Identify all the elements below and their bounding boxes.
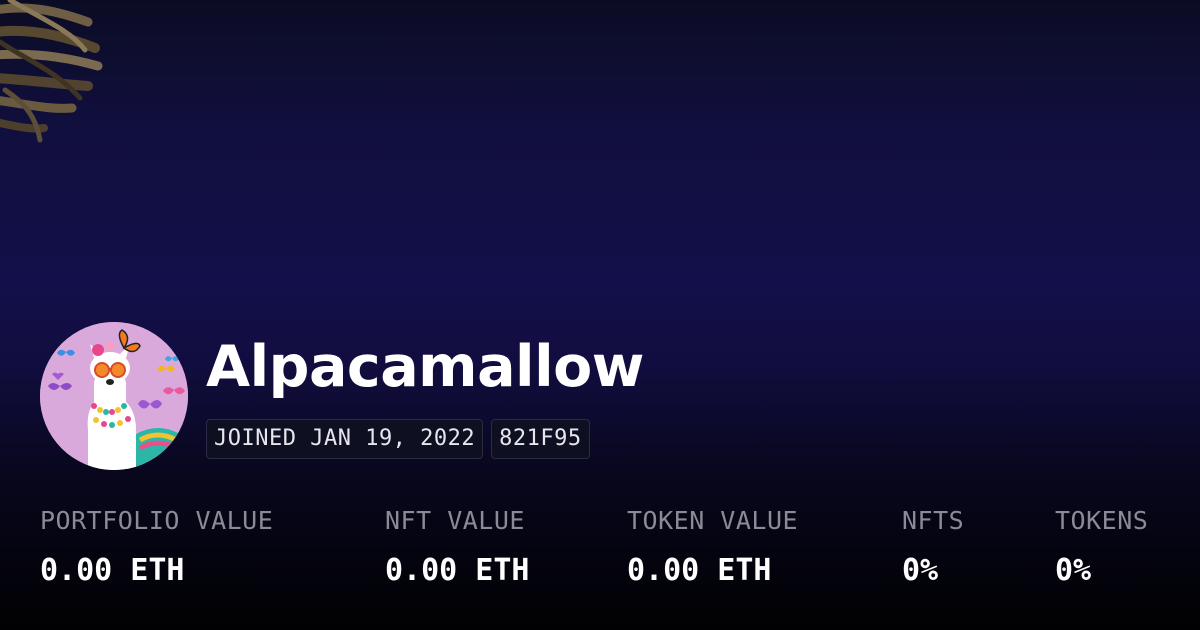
stat-value: 0% [1055, 553, 1092, 588]
corner-decoration-image [0, 0, 103, 143]
avatar [40, 322, 188, 470]
stat-value: 0.00 ETH [40, 553, 185, 588]
alpaca-avatar-icon [40, 322, 188, 470]
profile-header: Alpacamallow JOINED JAN 19, 2022 821F95 [40, 322, 740, 470]
stat-label: NFT VALUE [385, 506, 525, 535]
profile-badges: JOINED JAN 19, 2022 821F95 [206, 419, 590, 459]
stat-portfolio-value: PORTFOLIO VALUE 0.00 ETH [40, 505, 273, 589]
stat-label: NFTS [902, 506, 965, 535]
stat-nft-value: NFT VALUE 0.00 ETH [385, 505, 530, 589]
stat-label: TOKENS [1055, 506, 1149, 535]
username: Alpacamallow [206, 334, 644, 400]
stat-value: 0.00 ETH [385, 553, 530, 588]
joined-date-badge: JOINED JAN 19, 2022 [206, 419, 484, 459]
stat-value: 0.00 ETH [627, 553, 772, 588]
stat-token-value: TOKEN VALUE 0.00 ETH [627, 505, 798, 589]
stat-tokens: TOKENS 0% [1055, 505, 1148, 589]
stat-label: TOKEN VALUE [627, 506, 799, 535]
wallet-address-badge: 821F95 [491, 419, 590, 459]
stat-value: 0% [902, 553, 939, 588]
stat-nfts: NFTS 0% [902, 505, 964, 589]
stat-label: PORTFOLIO VALUE [40, 506, 274, 535]
